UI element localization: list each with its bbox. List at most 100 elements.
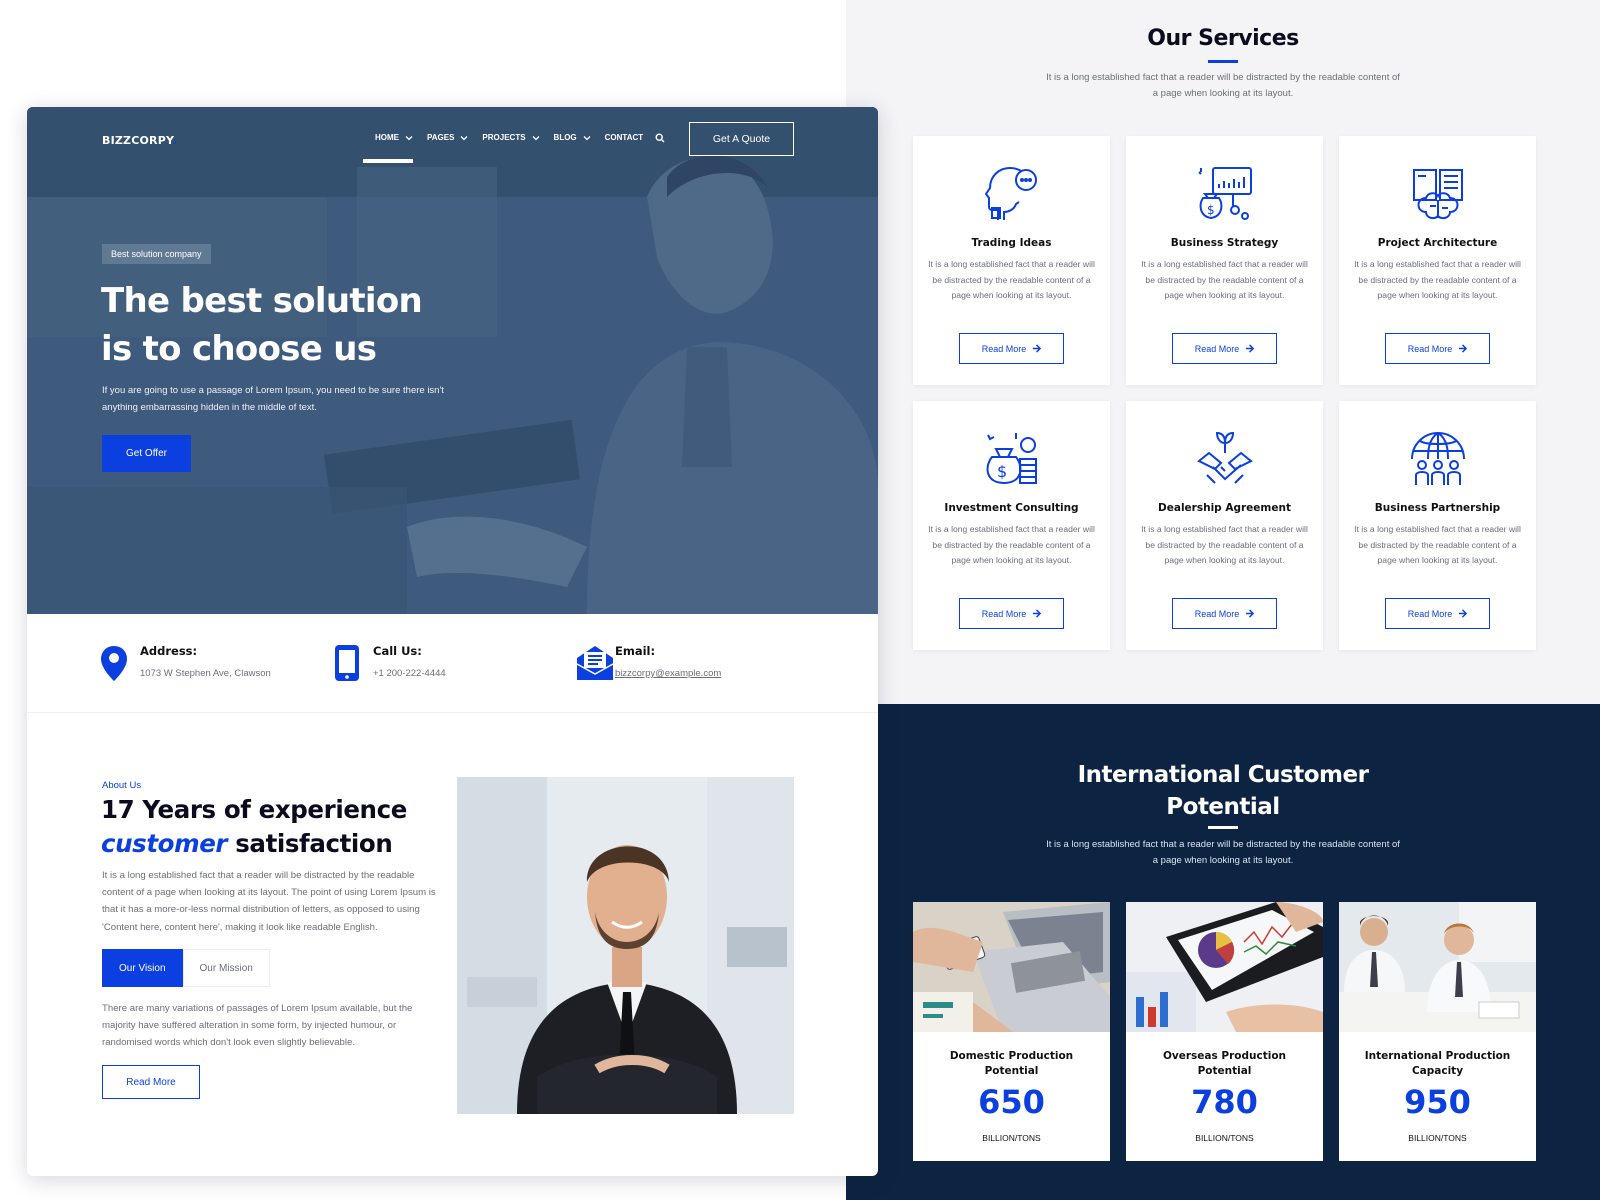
nav-label: PAGES	[427, 133, 455, 142]
service-text: It is a long established fact that a rea…	[928, 259, 1095, 301]
read-more-label: Read More	[1407, 608, 1453, 619]
phone-icon	[335, 645, 359, 681]
service-text: It is a long established fact that a rea…	[1354, 259, 1521, 301]
contact-value: +1 200-222-4444	[373, 668, 446, 679]
stat-unit: BILLION/TONS	[1195, 1133, 1254, 1143]
businessman-photo	[457, 777, 794, 1114]
service-title: Trading Ideas	[971, 237, 1052, 249]
read-more-label: Read More	[1194, 608, 1240, 619]
logo[interactable]: BIZZCORPY.	[102, 134, 177, 147]
service-card-business-partnership: Business Partnership It is a long establ…	[1339, 401, 1536, 650]
stat-card-overseas: Overseas Production Potential 780 BILLIO…	[1126, 902, 1323, 1161]
service-text: It is a long established fact that a rea…	[1141, 524, 1308, 566]
book-brain-icon	[1413, 169, 1463, 220]
hero-text: If you are going to use a passage of Lor…	[102, 385, 444, 413]
money-chart-icon: $	[1198, 167, 1252, 220]
service-card-project-architecture: Project Architecture It is a long establ…	[1339, 136, 1536, 385]
chevron-down-icon	[460, 135, 468, 140]
service-title: Project Architecture	[1377, 237, 1498, 249]
global-team-icon	[1411, 432, 1465, 485]
read-more-button[interactable]: Read More	[1385, 333, 1490, 364]
read-more-label: Read More	[1194, 343, 1240, 354]
stat-unit: BILLION/TONS	[1408, 1133, 1467, 1143]
contact-label: Call Us:	[373, 644, 422, 658]
about-title: 17 Years of experience customer satisfac…	[101, 793, 441, 861]
service-title: Investment Consulting	[944, 502, 1079, 514]
arrow-right-icon	[1033, 609, 1042, 618]
tab-our-vision[interactable]: Our Vision	[102, 949, 183, 987]
business-meeting-photo	[1339, 902, 1536, 1032]
nav-item-home[interactable]: HOME	[363, 133, 413, 163]
stats-subtitle: It is a long established fact that a rea…	[1046, 839, 1400, 866]
services-subtitle: It is a long established fact that a rea…	[1046, 72, 1400, 99]
service-card-investment-consulting: $ Investment Consulting It is a long est…	[913, 401, 1110, 650]
nav-label: HOME	[375, 133, 399, 142]
head-idea-icon	[984, 166, 1037, 220]
nav-item-contact[interactable]: CONTACT	[605, 133, 644, 142]
hero-title-line1: The best solution	[101, 281, 423, 321]
about-title-highlight: customer	[101, 829, 228, 858]
service-title: Business Partnership	[1374, 502, 1501, 514]
get-offer-button[interactable]: Get Offer	[102, 435, 191, 472]
arrow-right-icon	[1459, 344, 1468, 353]
stat-label: Domestic Production Potential	[949, 1050, 1074, 1077]
money-bag-coins-icon: $	[986, 433, 1037, 485]
tab-our-mission[interactable]: Our Mission	[182, 949, 270, 987]
search-icon[interactable]	[655, 133, 665, 143]
map-pin-icon	[101, 646, 127, 681]
stat-card-domestic: Domestic Production Potential 650 BILLIO…	[913, 902, 1110, 1161]
chevron-down-icon	[405, 135, 413, 140]
get-quote-button[interactable]: Get A Quote	[689, 122, 794, 156]
nav-item-blog[interactable]: BLOG	[554, 133, 591, 142]
stats-title-underline	[1208, 826, 1238, 829]
stat-value: 950	[1404, 1083, 1471, 1121]
tablet-chart-photo	[1126, 902, 1323, 1032]
contact-label: Email:	[615, 644, 656, 658]
read-more-button[interactable]: Read More	[1385, 598, 1490, 629]
about-tabs: Our Vision Our Mission	[102, 949, 270, 987]
read-more-label: Read More	[1407, 343, 1453, 354]
stat-value: 780	[1191, 1083, 1258, 1121]
read-more-button[interactable]: Read More	[959, 598, 1064, 629]
arrow-right-icon	[1246, 344, 1255, 353]
about-read-more-button[interactable]: Read More	[102, 1065, 200, 1099]
stat-value: 650	[978, 1083, 1045, 1121]
service-text: It is a long established fact that a rea…	[1354, 524, 1521, 566]
service-text: It is a long established fact that a rea…	[1141, 259, 1308, 301]
stats-section: International Customer Potential It is a…	[846, 704, 1600, 1200]
stat-unit: BILLION/TONS	[982, 1133, 1041, 1143]
about-text: It is a long established fact that a rea…	[102, 870, 436, 933]
chevron-down-icon	[583, 135, 591, 140]
services-title-underline	[1208, 60, 1238, 63]
email-link[interactable]: bizzcorpy@example.com	[615, 668, 721, 679]
contact-label: Address:	[140, 644, 198, 658]
contact-value: 1073 W Stephen Ave, Clawson	[140, 668, 271, 679]
stat-label: Overseas Production Potential	[1162, 1050, 1287, 1077]
nav-item-pages[interactable]: PAGES	[427, 133, 468, 142]
read-more-button[interactable]: Read More	[1172, 333, 1277, 364]
hero-title: The best solution is to choose us	[101, 277, 481, 373]
read-more-label: Read More	[981, 343, 1027, 354]
service-title: Business Strategy	[1170, 237, 1279, 249]
service-title: Dealership Agreement	[1158, 502, 1291, 514]
service-card-business-strategy: $ Business Strategy It is a long establi…	[1126, 136, 1323, 385]
read-more-button[interactable]: Read More	[1172, 598, 1277, 629]
handshake-plant-icon	[1197, 431, 1253, 484]
nav-item-projects[interactable]: PROJECTS	[482, 133, 540, 142]
read-more-button[interactable]: Read More	[959, 333, 1064, 364]
read-more-label: Read More	[981, 608, 1027, 619]
homepage-card: BIZZCORPY. HOME PAGES PROJECTS BLOG CONT…	[27, 107, 878, 1176]
stats-title: International Customer Potential	[846, 759, 1600, 823]
service-card-trading-ideas: Trading Ideas It is a long established f…	[913, 136, 1110, 385]
service-card-dealership-agreement: Dealership Agreement It is a long establ…	[1126, 401, 1323, 650]
envelope-icon	[576, 646, 614, 680]
hero-title-line2: is to choose us	[101, 329, 377, 369]
arrow-right-icon	[1033, 344, 1042, 353]
arrow-right-icon	[1246, 609, 1255, 618]
stat-label: International Production Capacity	[1364, 1050, 1511, 1077]
svg-text:$: $	[997, 462, 1007, 481]
tab-content-text: There are many variations of passages of…	[102, 1003, 413, 1049]
stats-title-line2: Potential	[1166, 794, 1280, 820]
about-title-rest: satisfaction	[227, 829, 393, 858]
contact-info-row: Address: 1073 W Stephen Ave, Clawson Cal…	[27, 614, 878, 713]
